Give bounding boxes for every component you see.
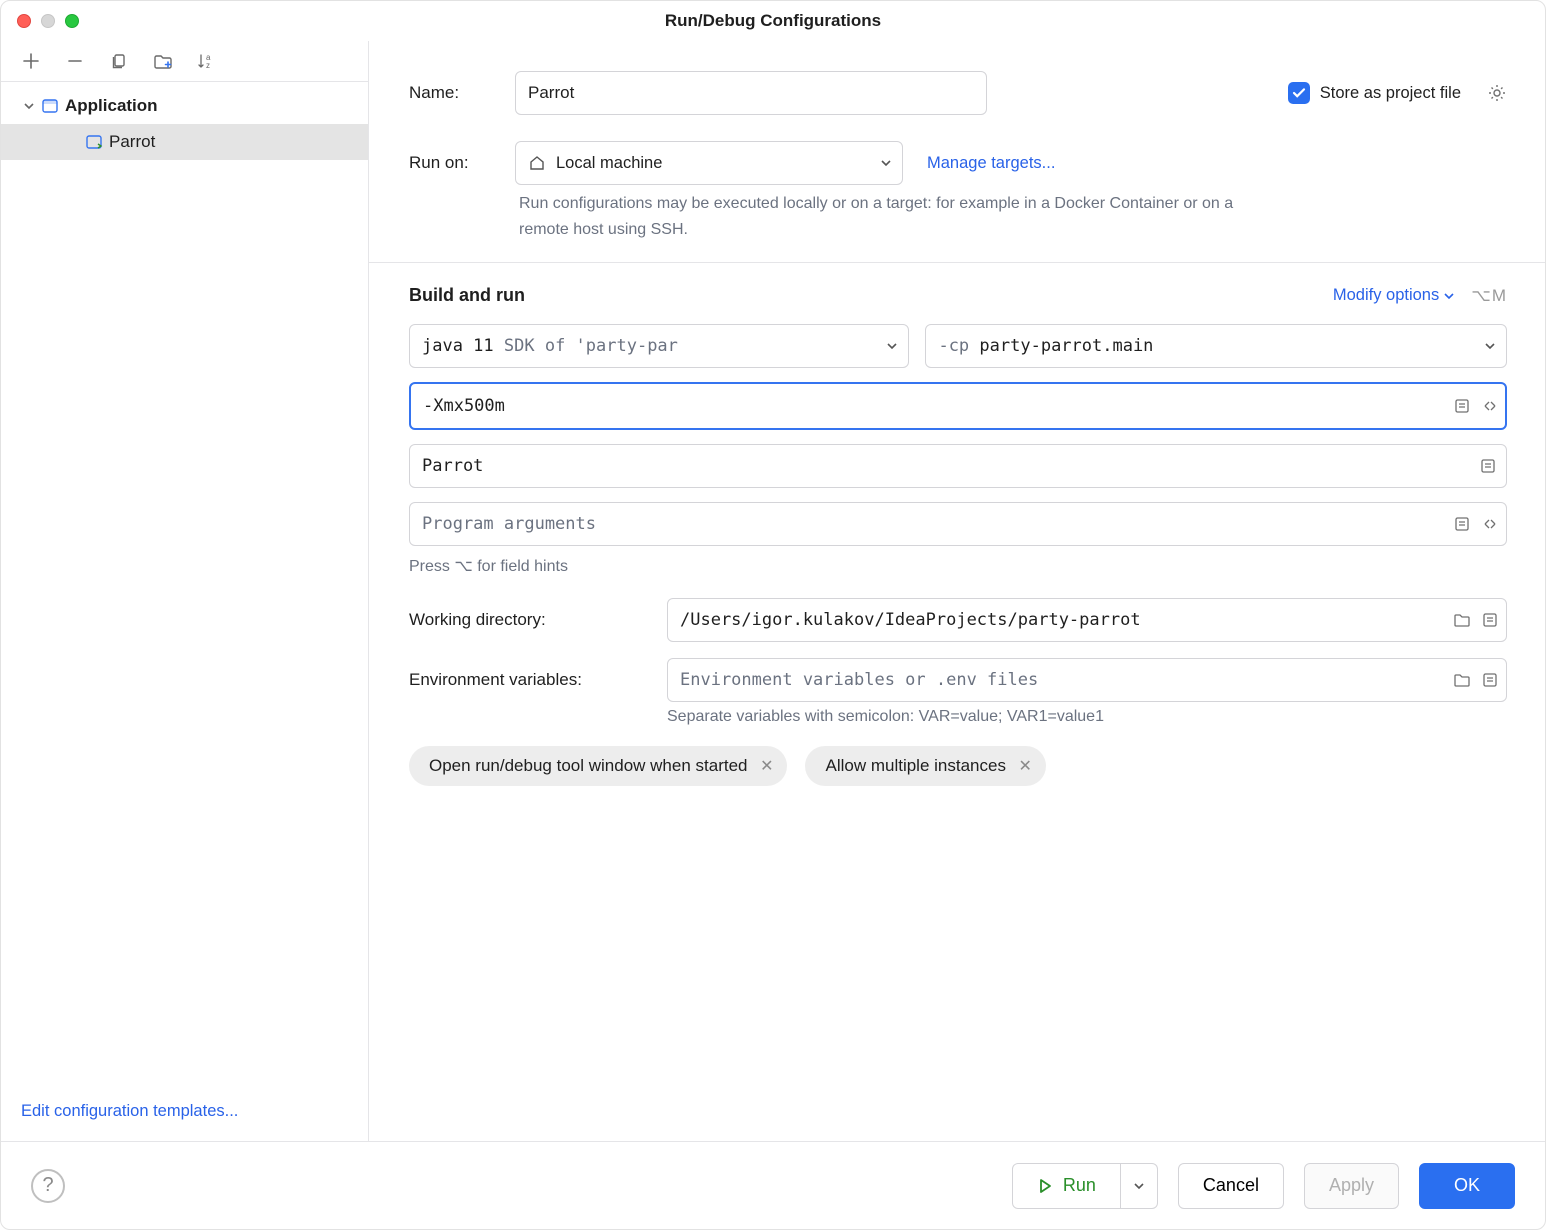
jdk-select[interactable]: java 11 SDK of 'party-par: [409, 324, 909, 368]
add-config-icon[interactable]: [21, 51, 41, 71]
store-project-file-checkbox[interactable]: Store as project file: [1288, 82, 1461, 104]
name-label: Name:: [409, 83, 495, 103]
store-project-file-label: Store as project file: [1320, 84, 1461, 103]
classpath-select[interactable]: -cp party-parrot.main: [925, 324, 1507, 368]
chevron-down-icon: [1133, 1180, 1145, 1192]
run-dropdown-button[interactable]: [1121, 1163, 1158, 1209]
modify-options-shortcut: ⌥M: [1471, 286, 1507, 306]
sidebar: az Application Parrot Edit configuration…: [1, 41, 369, 1141]
run-on-select[interactable]: Local machine: [515, 141, 903, 185]
copy-config-icon[interactable]: [109, 51, 129, 71]
application-icon: [41, 97, 59, 115]
history-list-icon[interactable]: [1453, 397, 1471, 415]
main-class-input[interactable]: [409, 444, 1507, 488]
home-icon: [528, 154, 546, 172]
chevron-down-icon: [1484, 340, 1496, 352]
run-on-value: Local machine: [556, 154, 662, 173]
edit-config-templates-link[interactable]: Edit configuration templates...: [21, 1102, 238, 1120]
titlebar: Run/Debug Configurations: [1, 1, 1545, 41]
tree-group-label: Application: [65, 96, 158, 116]
build-run-title: Build and run: [409, 285, 525, 306]
jdk-value: java 11 SDK of 'party-par: [422, 336, 678, 356]
dialog-footer: ? Run Cancel Apply OK: [1, 1141, 1545, 1229]
classpath-value: -cp party-parrot.main: [938, 336, 1153, 356]
run-button[interactable]: Run: [1012, 1163, 1121, 1209]
tree-item-label: Parrot: [109, 132, 155, 152]
modify-options-link[interactable]: Modify options: [1333, 286, 1455, 305]
sidebar-toolbar: az: [1, 41, 368, 82]
chevron-down-icon: [1443, 290, 1455, 302]
close-icon[interactable]: ✕: [1019, 756, 1032, 776]
sort-alpha-icon[interactable]: az: [197, 51, 217, 71]
working-dir-label: Working directory:: [409, 610, 647, 630]
vm-options-input[interactable]: [409, 382, 1507, 430]
program-args-input[interactable]: [409, 502, 1507, 546]
help-icon[interactable]: ?: [31, 1169, 65, 1203]
tree-group-application[interactable]: Application: [1, 88, 368, 124]
remove-config-icon[interactable]: [65, 51, 85, 71]
play-icon: [1037, 1178, 1053, 1194]
close-icon[interactable]: ✕: [760, 756, 773, 776]
main-form: Name: Store as project file Run on:: [369, 41, 1545, 1141]
cancel-button[interactable]: Cancel: [1178, 1163, 1284, 1209]
save-to-folder-icon[interactable]: [153, 51, 173, 71]
chevron-down-icon: [23, 100, 35, 112]
history-list-icon[interactable]: [1481, 671, 1499, 689]
svg-text:z: z: [206, 61, 210, 70]
expand-icon[interactable]: [1481, 515, 1499, 533]
run-on-label: Run on:: [409, 153, 495, 173]
env-vars-hint: Separate variables with semicolon: VAR=v…: [667, 708, 1507, 726]
chevron-down-icon: [886, 340, 898, 352]
gear-icon[interactable]: [1487, 83, 1507, 103]
option-chip-open-tool-window[interactable]: Open run/debug tool window when started …: [409, 746, 787, 786]
tree-item-parrot[interactable]: Parrot: [1, 124, 368, 160]
ok-button[interactable]: OK: [1419, 1163, 1515, 1209]
history-list-icon[interactable]: [1481, 611, 1499, 629]
expand-icon[interactable]: [1481, 397, 1499, 415]
folder-icon[interactable]: [1453, 671, 1471, 689]
manage-targets-link[interactable]: Manage targets...: [927, 154, 1055, 173]
window-title: Run/Debug Configurations: [1, 11, 1545, 31]
name-input[interactable]: [515, 71, 987, 115]
run-config-icon: [85, 133, 103, 151]
working-dir-input[interactable]: [667, 598, 1507, 642]
run-split-button: Run: [1012, 1163, 1158, 1209]
env-vars-label: Environment variables:: [409, 670, 647, 690]
run-on-hint: Run configurations may be executed local…: [519, 191, 1279, 242]
checkbox-checked-icon: [1288, 82, 1310, 104]
config-tree: Application Parrot: [1, 82, 368, 1102]
folder-icon[interactable]: [1453, 611, 1471, 629]
apply-button[interactable]: Apply: [1304, 1163, 1399, 1209]
option-chip-allow-multiple[interactable]: Allow multiple instances ✕: [805, 746, 1045, 786]
chevron-down-icon: [880, 157, 892, 169]
history-list-icon[interactable]: [1453, 515, 1471, 533]
history-list-icon[interactable]: [1479, 457, 1497, 475]
env-vars-input[interactable]: [667, 658, 1507, 702]
field-hints-caption: Press ⌥ for field hints: [409, 556, 1507, 576]
